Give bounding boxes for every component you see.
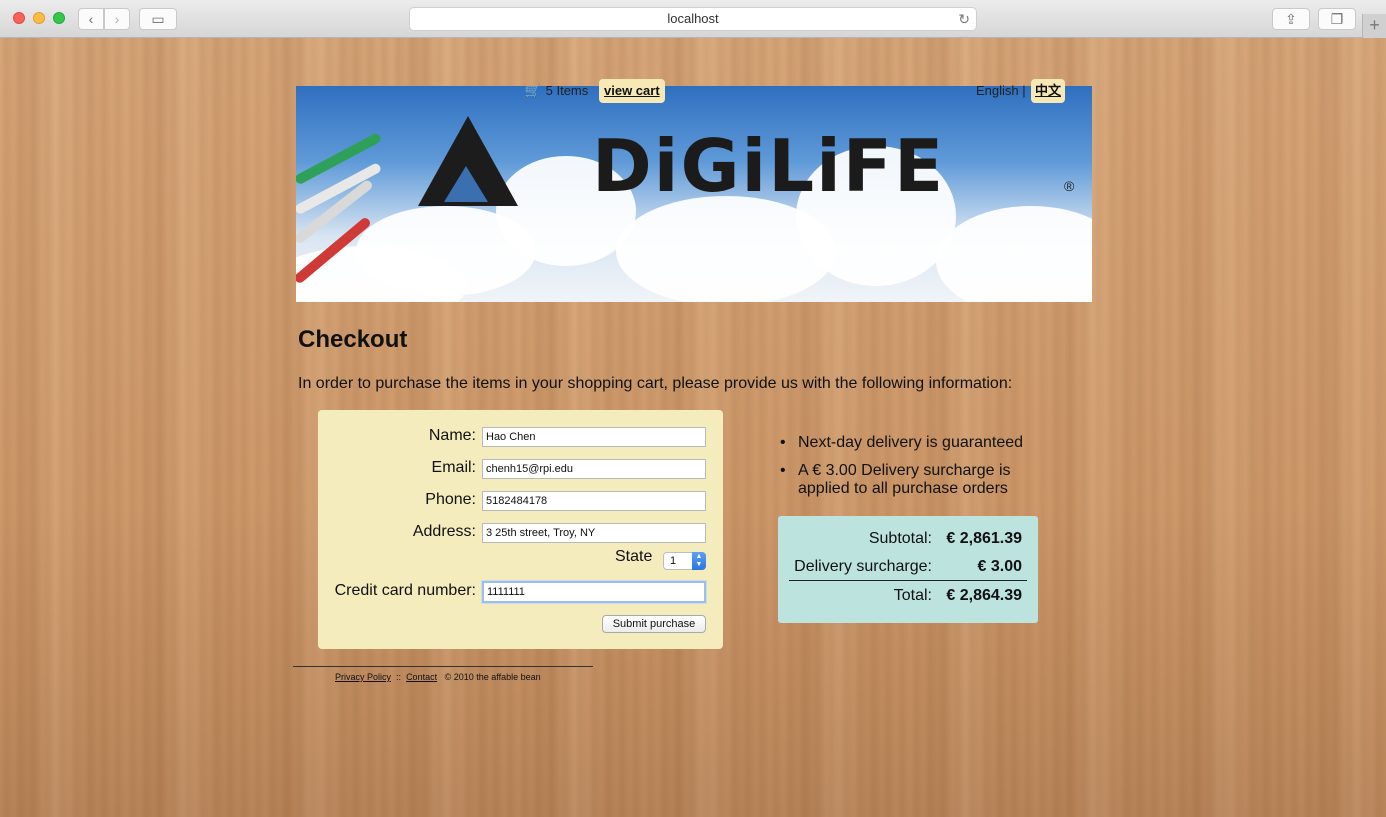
address-field[interactable]: 3 25th street, Troy, NY	[482, 523, 706, 543]
submit-purchase-button[interactable]: Submit purchase	[602, 615, 706, 633]
email-label: Email:	[431, 459, 476, 476]
share-button[interactable]: ⇪	[1272, 8, 1310, 30]
total-label: Total:	[893, 587, 932, 604]
phone-field[interactable]: 5182484178	[482, 491, 706, 511]
footer: Privacy Policy :: Contact © 2010 the aff…	[335, 672, 541, 682]
surcharge-value: € 3.00	[977, 558, 1022, 575]
plus-icon: +	[1369, 15, 1380, 35]
email-field[interactable]: chenh15@rpi.edu	[482, 459, 706, 479]
cart-summary: 🛒 5 Items	[524, 83, 588, 99]
cloud-shape	[936, 206, 1092, 302]
footer-divider	[293, 666, 593, 667]
contact-link[interactable]: Contact	[406, 672, 437, 682]
name-field[interactable]: Hao Chen	[482, 427, 706, 447]
new-tab-button[interactable]: +	[1362, 14, 1386, 38]
cart-count: 5 Items	[545, 83, 589, 98]
back-button[interactable]: ‹	[78, 8, 104, 30]
maximize-window-button[interactable]	[53, 12, 65, 24]
tabs-icon: ❐	[1330, 11, 1344, 27]
phone-label: Phone:	[425, 491, 476, 508]
footer-separator: ::	[396, 672, 402, 682]
credit-card-label: Credit card number:	[334, 582, 476, 599]
state-label: State	[615, 548, 653, 565]
state-select[interactable]: 1 ▲ ▼	[663, 552, 706, 570]
chevron-right-icon: ›	[114, 11, 120, 27]
url-text: localhost	[667, 11, 719, 26]
totals-divider	[789, 580, 1027, 581]
browser-toolbar: ‹ › ▭ localhost ↻ ⇪ ❐ +	[0, 0, 1386, 38]
address-label: Address:	[412, 523, 476, 540]
page-title: Checkout	[298, 326, 408, 353]
reload-icon[interactable]: ↻	[958, 8, 970, 30]
language-chinese-button[interactable]: 中文	[1031, 79, 1066, 103]
forward-button[interactable]: ›	[104, 8, 130, 30]
privacy-policy-link[interactable]: Privacy Policy	[335, 672, 391, 682]
list-item: Next-day delivery is guaranteed	[780, 434, 1040, 452]
logo-text: DiGiLiFE	[592, 124, 946, 208]
language-english[interactable]: English |	[976, 83, 1026, 99]
address-bar[interactable]: localhost ↻	[409, 7, 977, 31]
state-value: 1	[670, 555, 677, 567]
copyright-text: © 2010 the affable bean	[444, 672, 541, 682]
chevron-left-icon: ‹	[88, 11, 94, 27]
show-tabs-button[interactable]: ❐	[1318, 8, 1356, 30]
sidebar-toggle-button[interactable]: ▭	[139, 8, 177, 30]
view-cart-button[interactable]: view cart	[599, 79, 665, 103]
minimize-window-button[interactable]	[33, 12, 45, 24]
checkout-form: Name: Hao Chen Email: chenh15@rpi.edu Ph…	[318, 410, 723, 649]
logo-registered: ®	[1064, 178, 1075, 194]
list-item: A € 3.00 Delivery surcharge is applied t…	[780, 462, 1040, 498]
subtotal-label: Subtotal:	[868, 530, 932, 547]
cart-icon: 🛒	[524, 83, 542, 98]
name-label: Name:	[428, 427, 476, 444]
surcharge-label: Delivery surcharge:	[794, 558, 932, 575]
share-icon: ⇪	[1285, 11, 1297, 27]
sidebar-icon: ▭	[151, 11, 165, 27]
delivery-info-list: Next-day delivery is guaranteed A € 3.00…	[780, 434, 1040, 508]
select-stepper-icon: ▲ ▼	[692, 552, 706, 570]
page-background: DiGiLiFE ® 🛒 5 Items view cart English |…	[0, 38, 1386, 817]
close-window-button[interactable]	[13, 12, 25, 24]
logo-mark-inner	[444, 166, 488, 202]
checkout-intro: In order to purchase the items in your s…	[298, 375, 1013, 392]
total-value: € 2,864.39	[946, 587, 1022, 604]
credit-card-field[interactable]: 1111111	[482, 581, 706, 603]
subtotal-value: € 2,861.39	[946, 530, 1022, 547]
order-totals: Subtotal: € 2,861.39 Delivery surcharge:…	[778, 516, 1038, 623]
site-banner: DiGiLiFE ®	[296, 86, 1092, 302]
